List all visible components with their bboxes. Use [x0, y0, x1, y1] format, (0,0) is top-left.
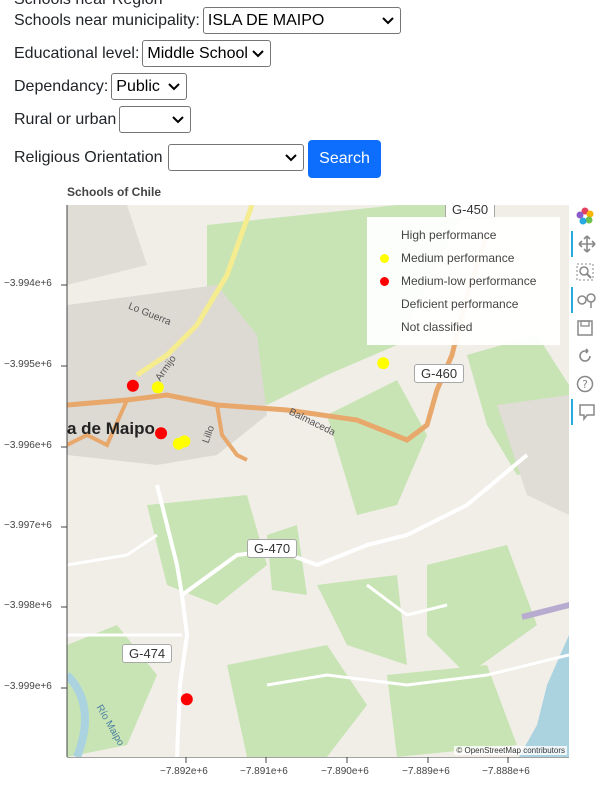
wheel-zoom-icon[interactable] [571, 287, 601, 313]
chevron-down-icon [284, 154, 297, 162]
legend-dot [379, 253, 389, 263]
road-label-g470: G-470 [247, 539, 298, 558]
x-tick-label: −7.891e+6 [240, 766, 288, 777]
map-attribution: © OpenStreetMap contributors [454, 746, 567, 755]
y-axis [61, 205, 68, 757]
dependency-row: Dependancy: Public [14, 73, 188, 100]
school-marker[interactable] [126, 379, 139, 392]
x-tick-label: −7.892e+6 [160, 766, 208, 777]
x-tick-label: −7.888e+6 [482, 766, 530, 777]
x-tick-label: −7.890e+6 [321, 766, 369, 777]
rural-select[interactable] [119, 106, 192, 133]
rural-row: Rural or urban [14, 106, 192, 133]
religious-label: Religious Orientation [14, 148, 163, 166]
chevron-down-icon [252, 50, 265, 58]
plot-title: Schools of Chile [67, 185, 162, 199]
town-label: a de Maipo [67, 419, 155, 438]
reset-icon[interactable] [571, 343, 599, 369]
school-marker[interactable] [377, 357, 390, 370]
rural-label: Rural or urban [14, 110, 117, 128]
level-row: Educational level: Middle School [14, 40, 272, 67]
road-label-g474: G-474 [122, 644, 173, 663]
x-tick-label: −7.889e+6 [402, 766, 450, 777]
religious-row: Religious Orientation [14, 144, 304, 171]
municipality-select[interactable]: ISLA DE MAIPO [202, 7, 401, 34]
level-select[interactable]: Middle School [142, 40, 272, 67]
pan-tool-icon[interactable] [571, 231, 601, 257]
dependency-label: Dependancy: [14, 77, 109, 95]
y-tick-label: −3.994e+6 [4, 278, 52, 289]
legend-item: Deficient performance [401, 297, 519, 311]
legend-item: Not classified [401, 320, 473, 334]
search-button[interactable]: Search [308, 140, 381, 178]
help-icon[interactable]: ? [571, 371, 599, 397]
plot-toolbar: ? [571, 203, 599, 443]
box-zoom-icon[interactable] [571, 259, 599, 285]
road-label-g460: G-460 [414, 364, 465, 383]
hover-tool-icon[interactable] [571, 399, 601, 425]
chevron-down-icon [168, 83, 181, 91]
dependency-select[interactable]: Public [111, 73, 188, 100]
save-icon[interactable] [571, 315, 599, 341]
school-marker[interactable] [180, 693, 193, 706]
municipality-row: Schools near municipality: ISLA DE MAIPO [14, 7, 401, 34]
y-tick-label: −3.998e+6 [4, 600, 52, 611]
bokeh-logo-icon[interactable] [571, 203, 599, 229]
svg-text:?: ? [582, 378, 588, 391]
legend-dot [379, 276, 389, 286]
legend-item: Medium performance [367, 248, 514, 268]
chevron-down-icon [172, 116, 184, 124]
chevron-down-icon [382, 17, 394, 25]
legend-item: Medium-low performance [367, 271, 536, 291]
legend: High performance Medium performance Medi… [367, 217, 560, 345]
y-tick-label: −3.996e+6 [4, 440, 52, 451]
y-tick-label: −3.995e+6 [4, 359, 52, 370]
school-marker[interactable] [155, 427, 168, 440]
legend-item: High performance [401, 228, 497, 242]
y-tick-label: −3.997e+6 [4, 520, 52, 531]
y-tick-label: −3.999e+6 [4, 681, 52, 692]
municipality-label: Schools near municipality: [14, 11, 200, 29]
school-marker[interactable] [178, 435, 191, 448]
religious-select[interactable] [167, 144, 304, 171]
level-label: Educational level: [14, 44, 140, 62]
